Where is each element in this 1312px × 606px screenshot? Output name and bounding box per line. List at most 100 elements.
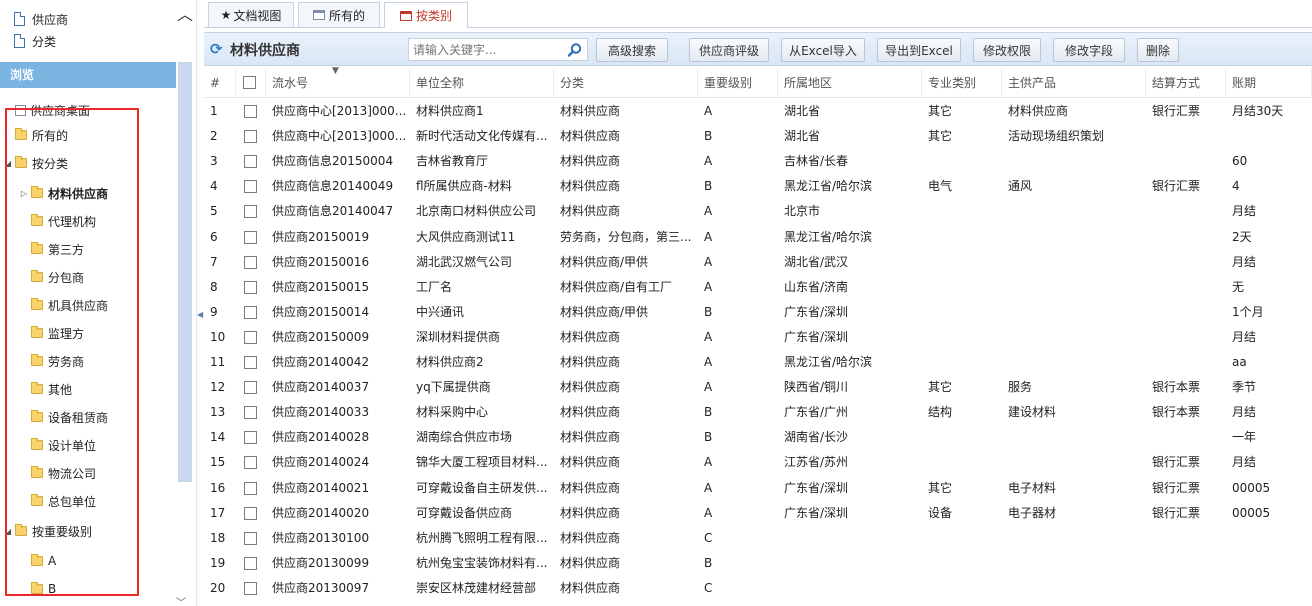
table-row[interactable]: 8 供应商20150015 工厂名 材料供应商/自有工厂 A 山东省/济南 无 [204, 275, 1312, 300]
table-row[interactable]: 4 供应商信息20140049 fl所属供应商-材料 材料供应商 B 黑龙江省/哈尔滨 电气… [204, 174, 1312, 199]
table-cell: B [704, 304, 713, 319]
tree-item[interactable]: 所有的 [4, 125, 68, 145]
table-row[interactable]: 15 供应商20140024 锦华大厦工程项目材料... 材料供应商 A 江苏省/苏州 银行… [204, 450, 1312, 475]
panel-splitter[interactable] [196, 0, 204, 606]
column-header[interactable]: 单位全称 [410, 68, 554, 98]
table-row[interactable]: 7 供应商20150016 湖北武汉燃气公司 材料供应商/甲供 A 湖北省/武汉 月结 [204, 250, 1312, 275]
select-all-checkbox[interactable] [243, 76, 256, 89]
menu-item-category[interactable]: 分类 [14, 31, 56, 51]
row-checkbox[interactable] [244, 381, 257, 395]
row-checkbox[interactable] [244, 531, 257, 545]
expand-arrow-icon[interactable]: ◢ [4, 159, 12, 168]
splitter-toggle-icon[interactable]: ◀ [197, 310, 203, 319]
tree-item[interactable]: 总包单位 [20, 491, 96, 511]
tree-item[interactable]: 设计单位 [20, 435, 96, 455]
row-checkbox[interactable] [244, 155, 257, 169]
tree-item[interactable]: 劳务商 [20, 351, 84, 371]
tree-item[interactable]: ▷ 材料供应商 [20, 183, 108, 203]
row-checkbox[interactable] [244, 255, 257, 269]
table-row[interactable]: 3 供应商信息20150004 吉林省教育厅 材料供应商 A 吉林省/长春 60 [204, 149, 1312, 174]
row-checkbox[interactable] [244, 180, 257, 194]
supplier-rating-button[interactable]: 供应商评级 [689, 38, 769, 62]
folder-icon [31, 326, 43, 338]
collapse-up-icon[interactable]: ︿ [176, 6, 194, 24]
sort-desc-icon[interactable]: ▼ [332, 66, 339, 76]
row-checkbox[interactable] [244, 356, 257, 369]
table-row[interactable]: 1 供应商中心[2013]000... 材料供应商1 材料供应商 A 湖北省 其它 材料供应商… [204, 99, 1312, 124]
column-header[interactable]: 专业类别 [922, 68, 1002, 98]
advanced-search-button[interactable]: 高级搜索 [596, 38, 668, 62]
tree-item[interactable]: 监理方 [20, 323, 84, 343]
row-checkbox[interactable] [244, 431, 257, 445]
tab-by-category[interactable]: 按类别 [384, 2, 468, 28]
tree-item[interactable]: B [20, 579, 56, 599]
table-row[interactable]: 11 供应商20140042 材料供应商2 材料供应商 A 黑龙江省/哈尔滨 aa [204, 350, 1312, 375]
tree-item[interactable]: 机具供应商 [20, 295, 108, 315]
column-header[interactable]: 账期 [1226, 68, 1312, 98]
tree-item[interactable]: 代理机构 [20, 211, 96, 231]
scroll-down-icon[interactable]: ﹀ [176, 594, 186, 606]
row-checkbox[interactable] [244, 556, 257, 570]
expand-arrow-icon[interactable]: ◢ [4, 527, 12, 536]
row-checkbox[interactable] [244, 105, 257, 118]
table-row[interactable]: 14 供应商20140028 湖南综合供应市场 材料供应商 B 湖南省/长沙 一年 [204, 425, 1312, 450]
search-icon[interactable] [567, 42, 583, 58]
tree-item[interactable]: ◢ 按重要级别 [4, 521, 92, 541]
row-checkbox[interactable] [244, 205, 257, 219]
search-input[interactable] [413, 41, 563, 58]
tree-item[interactable]: ◢ 按分类 [4, 153, 68, 173]
row-checkbox[interactable] [244, 456, 257, 470]
tree-item[interactable]: 分包商 [20, 267, 84, 287]
row-checkbox[interactable] [244, 406, 257, 420]
tree-item-label: 所有的 [32, 128, 69, 143]
tree-item[interactable]: 物流公司 [20, 463, 96, 483]
import-excel-button[interactable]: 从Excel导入 [781, 38, 865, 62]
menu-item-supplier[interactable]: 供应商 [14, 9, 68, 29]
table-row[interactable]: 17 供应商20140020 可穿戴设备供应商 材料供应商 A 广东省/深圳 设备 电子器材 银… [204, 501, 1312, 526]
export-excel-button[interactable]: 导出到Excel [877, 38, 961, 62]
left-scrollbar[interactable] [178, 62, 192, 482]
table-row[interactable]: 12 供应商20140037 yq下属提供商 材料供应商 A 陕西省/铜川 其它 服务 银行本票… [204, 375, 1312, 400]
column-header[interactable]: # [204, 68, 236, 98]
refresh-icon[interactable]: ⟳ [210, 41, 226, 57]
table-cell [1146, 576, 1226, 601]
tab-document-view[interactable]: ★ 文档视图 [208, 2, 294, 27]
table-row[interactable]: 19 供应商20130099 杭州兔宝宝装饰材料有... 材料供应商 B [204, 551, 1312, 576]
table-row[interactable]: 16 供应商20140021 可穿戴设备自主研发供... 材料供应商 A 广东省/深圳 其它… [204, 476, 1312, 501]
table-row[interactable]: 18 供应商20130100 杭州腾飞照明工程有限... 材料供应商 C [204, 526, 1312, 551]
expand-arrow-icon[interactable]: ▷ [20, 189, 28, 198]
tree-item[interactable]: 供应商桌面 [4, 100, 90, 120]
table-cell: 季节 [1232, 380, 1257, 395]
table-row[interactable]: 20 供应商20130097 崇安区林茂建材经营部 材料供应商 C [204, 576, 1312, 601]
table-row[interactable]: 6 供应商20150019 大风供应商测试11 劳务商，分包商，第三... A 黑龙江省/… [204, 225, 1312, 250]
column-header[interactable]: 重要级别 [698, 68, 778, 98]
tab-all[interactable]: 所有的 [298, 2, 380, 27]
table-row[interactable]: 10 供应商20150009 深圳材料提供商 材料供应商 A 广东省/深圳 月结 [204, 325, 1312, 350]
row-checkbox[interactable] [244, 481, 257, 495]
row-checkbox[interactable] [244, 130, 257, 144]
tree-item[interactable]: 第三方 [20, 239, 84, 259]
table-row[interactable]: 5 供应商信息20140047 北京南口材料供应公司 材料供应商 A 北京市 月结 [204, 199, 1312, 224]
tree-item[interactable]: 设备租赁商 [20, 407, 108, 427]
table-row[interactable]: 2 供应商中心[2013]000... 新时代活动文化传媒有... 材料供应商 B 湖北省… [204, 124, 1312, 149]
column-header[interactable]: 结算方式 [1146, 68, 1226, 98]
column-header[interactable]: 所属地区 [778, 68, 922, 98]
header-select-all[interactable] [236, 68, 266, 98]
column-header[interactable]: 分类 [554, 68, 698, 98]
row-checkbox[interactable] [244, 506, 257, 520]
delete-button[interactable]: 删除 [1137, 38, 1179, 62]
column-header[interactable]: 主供产品 [1002, 68, 1146, 98]
row-checkbox[interactable] [244, 330, 257, 344]
table-cell: 18 [210, 530, 226, 545]
row-checkbox[interactable] [244, 581, 257, 595]
edit-fields-button[interactable]: 修改字段 [1053, 38, 1125, 62]
table-row[interactable]: 13 供应商20140033 材料采购中心 材料供应商 B 广东省/广州 结构 建设材料 银行本… [204, 400, 1312, 425]
table-row[interactable]: 9 供应商20150014 中兴通讯 材料供应商/甲供 B 广东省/深圳 1个月 [204, 300, 1312, 325]
tree-item[interactable]: 其他 [20, 379, 72, 399]
row-checkbox[interactable] [244, 280, 257, 294]
table-cell: 材料供应商 [560, 204, 621, 219]
row-checkbox[interactable] [244, 305, 257, 319]
edit-permissions-button[interactable]: 修改权限 [973, 38, 1041, 62]
tree-item[interactable]: A [20, 551, 56, 571]
row-checkbox[interactable] [244, 230, 257, 244]
